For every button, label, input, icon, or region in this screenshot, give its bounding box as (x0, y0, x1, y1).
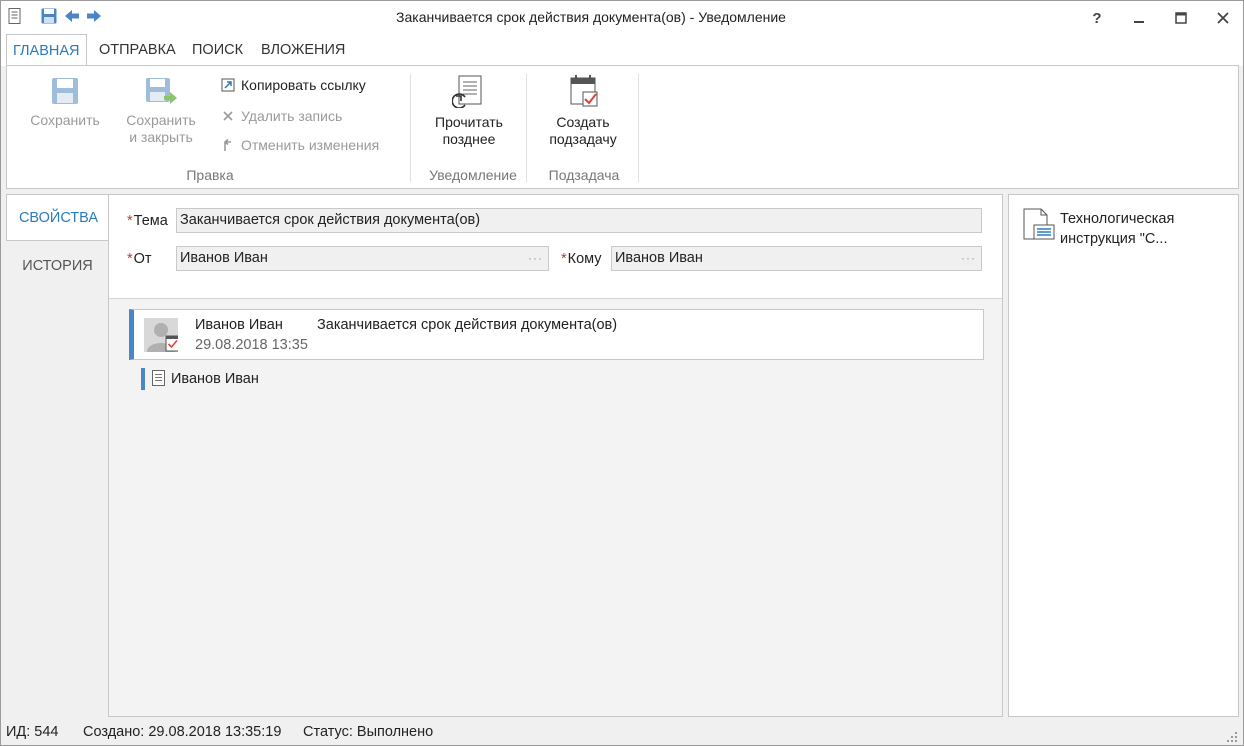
status-bar: ИД: 544 Создано: 29.08.2018 13:35:19 Ста… (1, 719, 1243, 745)
create-subtask-label-1: Создать (556, 114, 610, 130)
ribbon-tabs: ГЛАВНАЯ ОТПРАВКА ПОИСК ВЛОЖЕНИЯ (1, 34, 1243, 67)
document-icon (152, 370, 165, 386)
subject-field[interactable]: Заканчивается срок действия документа(ов… (176, 208, 982, 233)
tab-attachments[interactable]: ВЛОЖЕНИЯ (255, 34, 351, 66)
tab-search[interactable]: ПОИСК (186, 34, 249, 66)
group-label-edit: Правка (186, 167, 234, 183)
undo-icon (224, 138, 231, 151)
side-nav: СВОЙСТВА ИСТОРИЯ (6, 194, 110, 717)
copy-link-label: Копировать ссылку (241, 77, 366, 93)
nav-history[interactable]: ИСТОРИЯ (6, 243, 109, 290)
from-label: *От (127, 251, 152, 267)
group-separator (410, 74, 411, 182)
delete-record-button[interactable]: Удалить запись (221, 106, 342, 126)
from-field[interactable]: Иванов Иван ··· (176, 246, 549, 271)
help-button[interactable]: ? (1085, 7, 1109, 29)
save-button[interactable]: Сохранить (25, 76, 105, 129)
recipient-item[interactable]: Иванов Иван (141, 368, 259, 390)
message-card[interactable]: Иванов Иван Заканчивается срок действия … (129, 309, 984, 360)
maximize-icon (1175, 12, 1187, 24)
message-author: Иванов Иван (195, 317, 283, 333)
link-icon (221, 78, 235, 92)
copy-link-button[interactable]: Копировать ссылку (221, 75, 366, 95)
message-subject: Заканчивается срок действия документа(ов… (317, 317, 618, 333)
from-lookup-button[interactable]: ··· (528, 247, 543, 270)
to-field[interactable]: Иванов Иван ··· (611, 246, 982, 271)
attachment-document-icon[interactable] (1023, 208, 1055, 242)
status-created: Создано: 29.08.2018 13:35:19 (83, 724, 282, 740)
save-close-icon (146, 78, 177, 104)
read-later-label-2: позднее (442, 131, 496, 147)
message-date: 29.08.2018 13:35 (195, 337, 308, 353)
minimize-icon (1134, 21, 1144, 23)
delete-label: Удалить запись (241, 108, 343, 124)
status-state: Статус: Выполнено (303, 724, 434, 740)
to-lookup-button[interactable]: ··· (961, 247, 976, 270)
close-icon (1217, 12, 1229, 24)
ribbon: Сохранить Сохранить и закрыть Копировать… (6, 65, 1239, 189)
status-id: ИД: 544 (6, 724, 59, 740)
from-value: Иванов Иван (180, 250, 268, 266)
resize-grip-icon[interactable] (1227, 732, 1237, 742)
calendar-check-icon (570, 75, 598, 107)
group-separator (638, 74, 639, 182)
nav-properties[interactable]: СВОЙСТВА (6, 194, 110, 241)
maximize-button[interactable] (1169, 7, 1193, 29)
delete-icon (223, 111, 233, 121)
avatar (144, 318, 178, 352)
window-title: Заканчивается срок действия документа(ов… (396, 9, 786, 25)
minimize-button[interactable] (1127, 7, 1151, 29)
read-later-label-1: Прочитать (435, 114, 503, 130)
save-icon (52, 78, 78, 104)
group-label-notification: Уведомление (429, 167, 517, 183)
create-subtask-button[interactable]: Создать подзадачу (537, 74, 629, 148)
title-bar: Заканчивается срок действия документа(ов… (1, 1, 1243, 34)
save-close-button[interactable]: Сохранить и закрыть (119, 76, 203, 146)
undo-changes-button[interactable]: Отменить изменения (221, 135, 379, 155)
save-close-label-2: и закрыть (129, 129, 193, 145)
group-separator (526, 74, 527, 182)
create-subtask-label-2: подзадачу (549, 131, 617, 147)
save-label: Сохранить (30, 112, 100, 128)
main-panel: *Тема Заканчивается срок действия докуме… (108, 194, 1003, 717)
attachments-panel: Технологическая инструкция "С... (1008, 194, 1239, 717)
properties-form: *Тема Заканчивается срок действия докуме… (109, 195, 1002, 299)
read-later-icon (452, 75, 482, 108)
to-label: *Кому (561, 251, 602, 267)
tab-main[interactable]: ГЛАВНАЯ (6, 34, 87, 67)
undo-label: Отменить изменения (241, 137, 380, 153)
recipient-name: Иванов Иван (171, 371, 259, 387)
subject-label: *Тема (127, 213, 168, 229)
save-close-label-1: Сохранить (126, 112, 196, 128)
tab-send[interactable]: ОТПРАВКА (93, 34, 182, 66)
group-label-subtask: Подзадача (548, 167, 620, 183)
read-later-button[interactable]: Прочитать позднее (423, 74, 515, 148)
to-value: Иванов Иван (615, 250, 703, 266)
close-button[interactable] (1211, 7, 1235, 29)
attachment-name[interactable]: Технологическая инструкция "С... (1060, 209, 1230, 249)
